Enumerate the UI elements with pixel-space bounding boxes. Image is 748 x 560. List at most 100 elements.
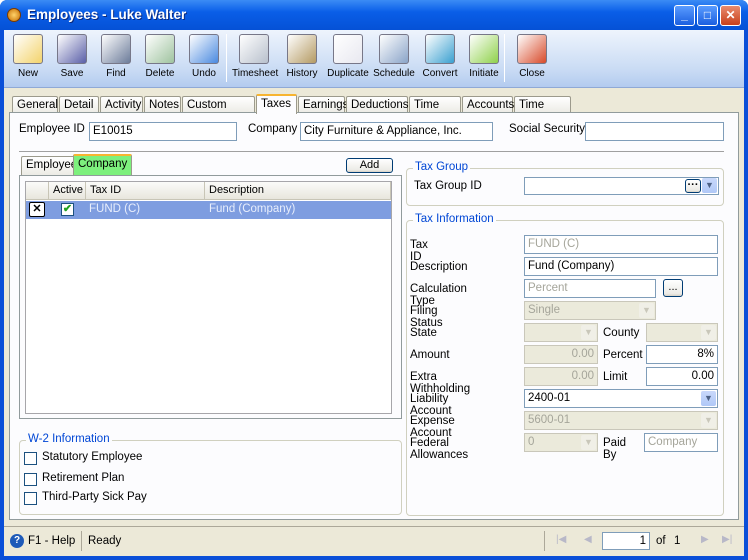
previous-page-icon[interactable]: ◀	[584, 534, 592, 545]
help-label[interactable]: F1 - Help	[28, 535, 75, 547]
dropdown-value: 5600-01	[528, 414, 571, 426]
toolbar: New Save Find Delete Undo Timesheet History Dup…	[4, 30, 744, 88]
taxes-panel: Employee ID E10015 Company City Furnitur…	[9, 112, 739, 520]
schedule-icon	[379, 34, 409, 64]
toolbar-label: History	[286, 68, 318, 79]
tax-group-lookup-button[interactable]: ···	[685, 179, 701, 193]
status-text: Ready	[88, 535, 122, 547]
calc-type-label: Calculation Type	[410, 283, 467, 307]
toolbar-separator	[226, 34, 227, 82]
tax-group-group: Tax Group Tax Group ID ··· ▼	[406, 161, 724, 206]
close-button[interactable]: Close	[510, 32, 554, 86]
delete-row-icon[interactable]: ✕	[29, 202, 45, 217]
statutory-employee-checkbox[interactable]	[24, 452, 37, 465]
amount-field: 0.00	[524, 345, 598, 364]
chevron-down-icon: ▼	[639, 303, 654, 318]
tab-deductions[interactable]: Deductions	[346, 96, 409, 113]
maximize-button[interactable]: □	[697, 5, 718, 26]
tax-information-title: Tax Information	[413, 213, 496, 225]
traffic-light-icon	[469, 34, 499, 64]
expense-label: Expense Account	[410, 415, 455, 439]
dropdown-value: 0	[528, 436, 535, 448]
tab-taxes[interactable]: Taxes	[256, 94, 297, 114]
history-button[interactable]: History	[280, 32, 324, 86]
subtab-company[interactable]: Company	[73, 154, 133, 175]
duplicate-icon	[333, 34, 363, 64]
minimize-button[interactable]: _	[674, 5, 695, 26]
toolbar-label: Undo	[192, 68, 216, 79]
percent-label: Percent	[603, 349, 643, 361]
description-field[interactable]: Fund (Company)	[524, 257, 718, 276]
window: Employees - Luke Walter _ □ ✕ New Save Fin…	[0, 0, 748, 560]
duplicate-button[interactable]: Duplicate	[326, 32, 370, 86]
convert-button[interactable]: Convert	[418, 32, 462, 86]
percent-field[interactable]: 8%	[646, 345, 718, 364]
undo-icon	[189, 34, 219, 64]
page-number-field[interactable]: 1	[602, 532, 650, 550]
w2-group: W-2 Information Statutory Employee Retir…	[19, 433, 402, 515]
next-page-icon[interactable]: ▶	[701, 534, 709, 545]
description-label: Description	[410, 261, 468, 273]
column-header-active[interactable]: Active	[49, 182, 86, 200]
add-button[interactable]: Add	[346, 158, 393, 173]
save-button[interactable]: Save	[50, 32, 94, 86]
tab-accounts[interactable]: Accounts	[462, 96, 514, 113]
employee-id-label: Employee ID	[19, 123, 85, 135]
column-header-tax-id[interactable]: Tax ID	[86, 182, 205, 200]
toolbar-label: Convert	[422, 68, 458, 79]
tax-id-field[interactable]: FUND (C)	[524, 235, 718, 254]
toolbar-label: Initiate	[469, 68, 499, 79]
liability-account-dropdown[interactable]: 2400-01 ▼	[524, 389, 718, 408]
tab-earnings[interactable]: Earnings	[298, 96, 348, 113]
limit-label: Limit	[603, 371, 628, 383]
new-button[interactable]: New	[6, 32, 50, 86]
county-dropdown: ▼	[646, 323, 718, 342]
employee-id-field[interactable]: E10015	[89, 122, 237, 141]
paid-by-label: Paid By	[603, 437, 627, 461]
chevron-down-icon: ▼	[701, 413, 716, 428]
chevron-down-icon[interactable]: ▼	[701, 391, 716, 406]
county-label: County	[603, 327, 640, 339]
tab-general[interactable]: General	[12, 96, 58, 113]
save-icon	[57, 34, 87, 64]
last-page-icon[interactable]: ▶|	[722, 534, 732, 545]
social-security-field[interactable]	[585, 122, 724, 141]
convert-icon	[425, 34, 455, 64]
tab-activity[interactable]: Activity	[100, 96, 143, 113]
retirement-plan-checkbox[interactable]	[24, 473, 37, 486]
help-icon[interactable]: ?	[10, 534, 24, 548]
active-checkbox[interactable]: ✔	[61, 203, 74, 216]
schedule-button[interactable]: Schedule	[372, 32, 416, 86]
first-page-icon[interactable]: |◀	[556, 534, 566, 545]
toolbar-label: Save	[60, 68, 84, 79]
tax-grid: Active Tax ID Description ✕ ✔ FUND (C) F…	[25, 181, 392, 414]
column-header-select[interactable]	[26, 182, 49, 200]
company-field[interactable]: City Furniture & Appliance, Inc.	[300, 122, 493, 141]
tab-time-off[interactable]: Time Off	[409, 96, 461, 127]
page-total: 1	[674, 535, 681, 547]
paid-by-field: Company	[644, 433, 718, 452]
tax-group-dropdown-icon[interactable]: ▼	[702, 178, 717, 193]
timesheet-button[interactable]: Timesheet	[232, 32, 278, 86]
initiate-button[interactable]: Initiate	[462, 32, 506, 86]
third-party-sick-pay-checkbox[interactable]	[24, 492, 37, 505]
tab-notes[interactable]: Notes	[144, 96, 181, 113]
social-security-label: Social Security	[509, 123, 586, 135]
tab-custom-fields[interactable]: Custom Fields	[182, 96, 255, 127]
close-window-button[interactable]: ✕	[720, 5, 741, 26]
limit-field[interactable]: 0.00	[646, 367, 718, 386]
tab-time-clock[interactable]: Time Clock	[514, 96, 571, 127]
tab-detail[interactable]: Detail	[59, 96, 99, 113]
undo-button[interactable]: Undo	[182, 32, 226, 86]
filing-status-dropdown: Single ▼	[524, 301, 656, 320]
find-button[interactable]: Find	[94, 32, 138, 86]
row-tax-id: FUND (C)	[89, 203, 141, 215]
row-description: Fund (Company)	[209, 203, 296, 215]
calculation-type-field[interactable]: Percent	[524, 279, 656, 298]
window-body: New Save Find Delete Undo Timesheet History Dup…	[4, 30, 744, 556]
calculation-type-button[interactable]: ...	[663, 279, 683, 297]
column-header-description[interactable]: Description	[205, 182, 391, 200]
status-bar: ? F1 - Help Ready |◀ ◀ 1 of 1 ▶ ▶|	[4, 526, 744, 556]
delete-button[interactable]: Delete	[138, 32, 182, 86]
table-row[interactable]: ✕ ✔ FUND (C) Fund (Company)	[26, 201, 391, 219]
